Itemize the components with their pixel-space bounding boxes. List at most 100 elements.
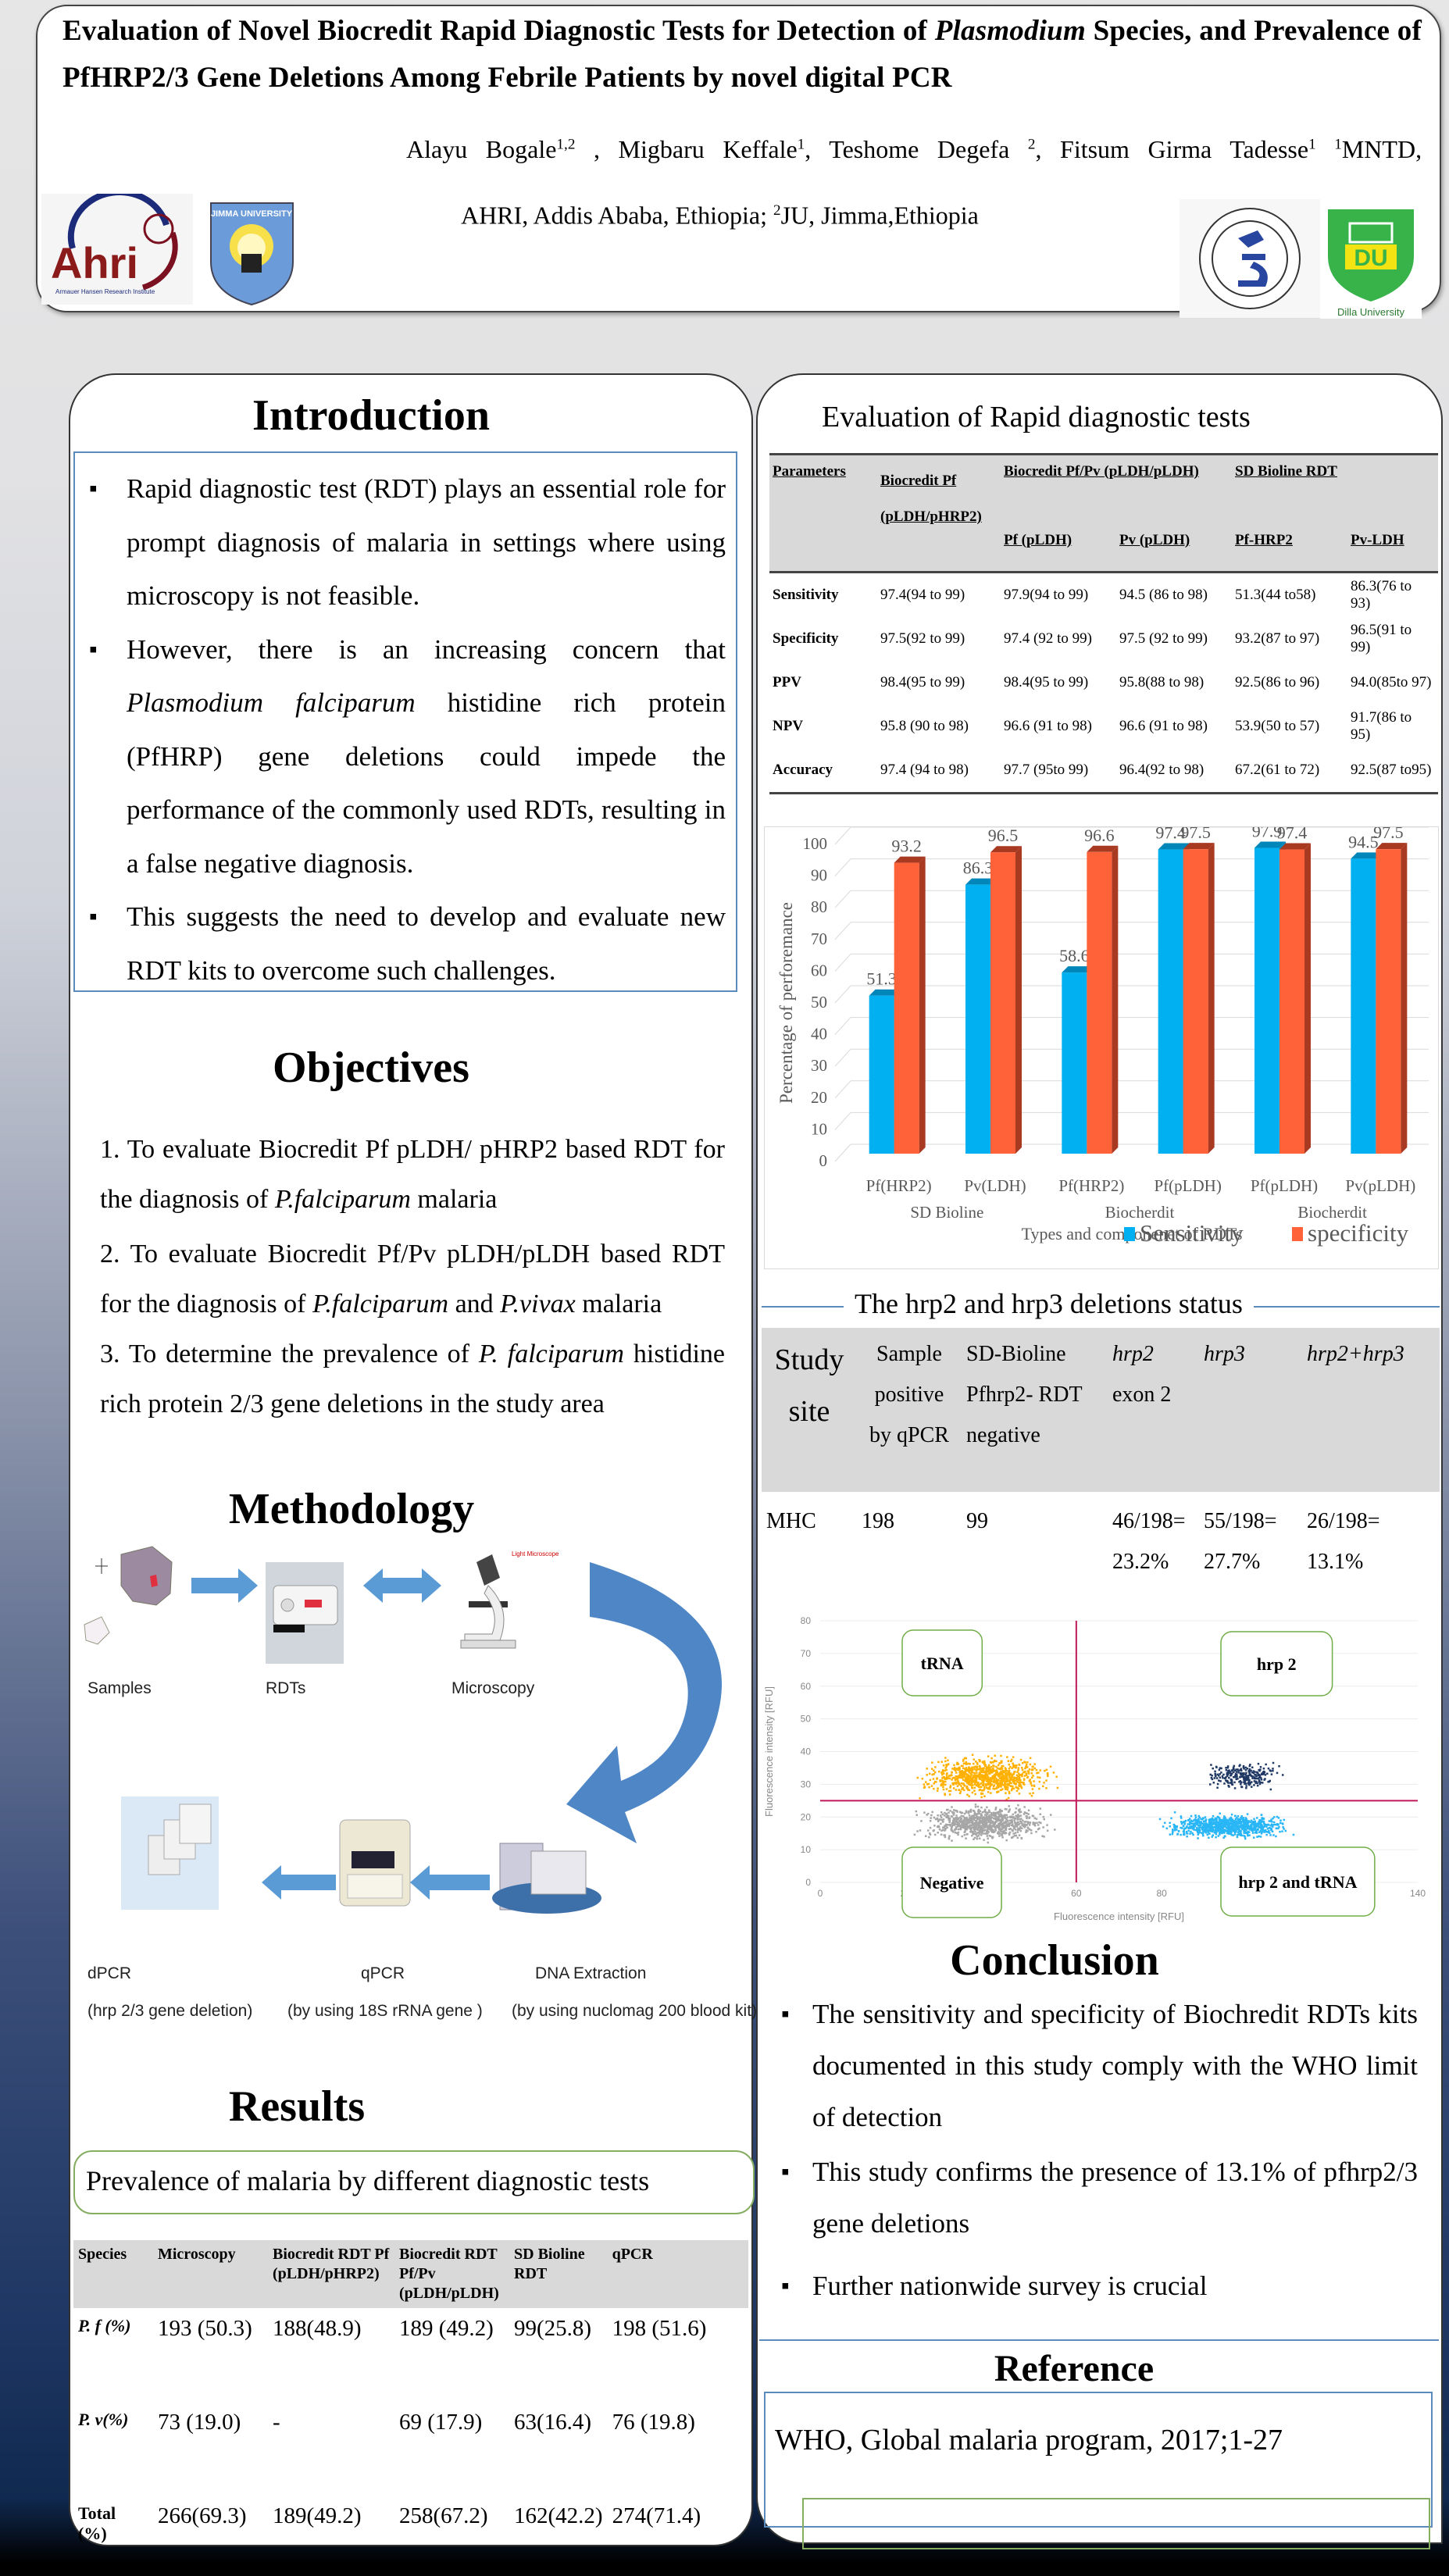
data-point (962, 1782, 965, 1785)
data-point (987, 1782, 989, 1786)
data-point (978, 1812, 980, 1815)
data-point (1276, 1827, 1279, 1830)
data-point (954, 1831, 957, 1834)
data-point (1262, 1818, 1265, 1820)
data-point (1234, 1814, 1237, 1818)
data-point (1201, 1817, 1205, 1819)
data-point (1247, 1779, 1251, 1782)
data-point (945, 1788, 948, 1790)
data-point (1030, 1776, 1033, 1779)
quadrant-label: Negative (920, 1873, 984, 1893)
data-point (1021, 1768, 1024, 1771)
table-cell: 97.5 (92 to 99) (1119, 630, 1208, 647)
data-point (969, 1808, 973, 1811)
data-point (971, 1814, 974, 1817)
data-point (1252, 1836, 1255, 1839)
data-point (1216, 1816, 1219, 1818)
quadrant-label: hrp 2 and tRNA (1238, 1872, 1357, 1892)
data-point (978, 1764, 981, 1768)
data-point (1229, 1826, 1231, 1829)
data-point (955, 1775, 958, 1778)
data-point (1204, 1816, 1207, 1818)
data-point (941, 1779, 944, 1782)
data-point (925, 1781, 927, 1783)
data-point (1251, 1823, 1253, 1825)
y-tick-label: 20 (811, 1088, 827, 1107)
data-point (993, 1811, 995, 1814)
data-point (1240, 1832, 1243, 1836)
data-label: 58.6 (1059, 946, 1090, 965)
data-point (964, 1827, 967, 1829)
data-point (942, 1818, 945, 1821)
data-point (1248, 1764, 1251, 1768)
data-point (965, 1837, 967, 1839)
data-point (946, 1764, 949, 1766)
data-point (1033, 1763, 1036, 1765)
data-point (1237, 1831, 1240, 1834)
data-point (1042, 1785, 1044, 1788)
data-point (936, 1789, 939, 1792)
data-point (933, 1833, 937, 1836)
bar-side (1401, 843, 1408, 1154)
data-point (986, 1806, 988, 1809)
data-point (1026, 1776, 1029, 1779)
data-point (944, 1780, 947, 1783)
data-point (989, 1779, 992, 1782)
table-cell: 63(16.4) (514, 2410, 592, 2435)
data-point (1012, 1836, 1015, 1838)
data-point (1200, 1818, 1202, 1821)
data-point (1026, 1815, 1028, 1818)
data-point (1194, 1816, 1197, 1819)
data-point (1032, 1792, 1034, 1794)
row-label: P. v(%) (78, 2410, 129, 2429)
data-point (968, 1814, 971, 1817)
data-point (1268, 1824, 1270, 1826)
data-point (1226, 1775, 1229, 1777)
data-point (942, 1786, 944, 1789)
step-label-samples: Samples (87, 1679, 152, 1697)
data-point (958, 1792, 962, 1795)
data-point (1208, 1832, 1211, 1836)
data-point (1226, 1766, 1230, 1769)
data-point (1215, 1822, 1218, 1825)
data-point (1032, 1775, 1034, 1777)
data-point (1230, 1772, 1233, 1775)
data-point (1270, 1818, 1272, 1821)
data-point (1011, 1788, 1013, 1791)
data-point (994, 1812, 997, 1814)
data-point (1240, 1781, 1243, 1784)
data-point (1009, 1828, 1012, 1830)
data-point (1006, 1816, 1009, 1818)
data-point (985, 1782, 987, 1786)
data-point (1007, 1760, 1010, 1762)
data-point (1244, 1837, 1247, 1840)
data-point (1008, 1770, 1011, 1772)
data-point (981, 1775, 984, 1779)
data-point (943, 1814, 946, 1817)
data-point (1217, 1824, 1219, 1826)
data-point (1242, 1818, 1244, 1821)
data-point (933, 1780, 937, 1783)
data-point (972, 1830, 974, 1833)
data-point (1176, 1833, 1179, 1836)
y-axis-label: Percentage of perforemance (776, 902, 796, 1104)
data-point (967, 1782, 970, 1786)
data-point (1240, 1824, 1243, 1826)
data-point (939, 1780, 942, 1782)
data-point (931, 1773, 933, 1776)
data-point (1220, 1823, 1223, 1826)
data-point (913, 1833, 916, 1836)
data-point (1203, 1825, 1205, 1827)
data-point (1268, 1832, 1271, 1834)
data-point (1001, 1825, 1004, 1828)
data-point (987, 1791, 990, 1793)
data-point (989, 1825, 992, 1827)
data-point (990, 1830, 993, 1832)
data-point (933, 1816, 936, 1819)
data-point (1023, 1806, 1026, 1808)
data-point (1254, 1773, 1257, 1776)
data-point (1054, 1829, 1056, 1831)
data-point (1182, 1825, 1185, 1827)
author: Alayu Bogale1,2 , (406, 134, 619, 163)
table-cell: 189(49.2) (273, 2503, 362, 2528)
